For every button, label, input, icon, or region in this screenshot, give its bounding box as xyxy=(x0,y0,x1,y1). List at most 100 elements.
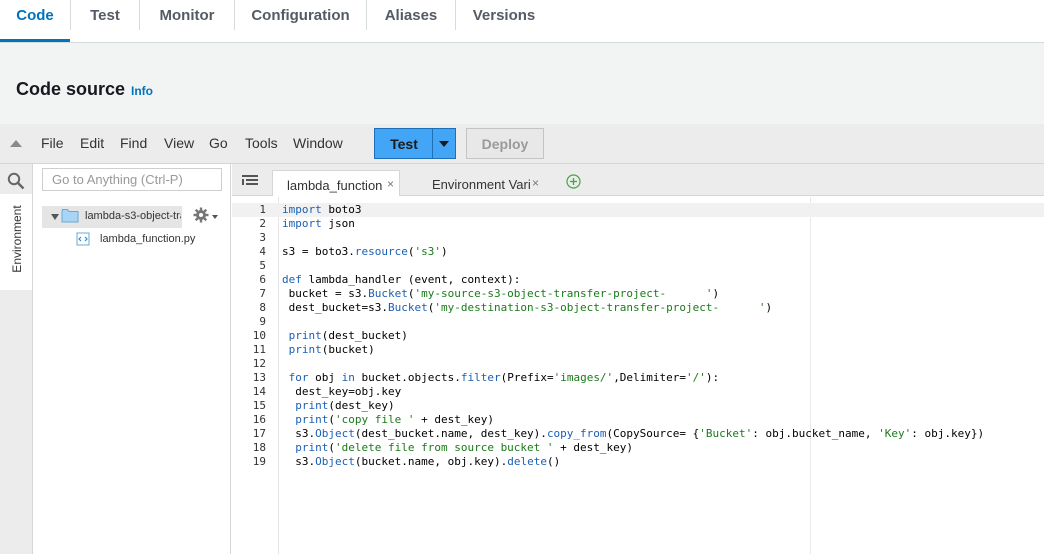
code-text: s3 = boto3.resource('s3') xyxy=(282,245,448,258)
code-text: def lambda_handler (event, context): xyxy=(282,273,521,286)
menu-window[interactable]: Window xyxy=(293,135,343,151)
menu-file[interactable]: File xyxy=(41,135,64,151)
collapse-up-icon[interactable] xyxy=(10,140,22,147)
code-line: 8 dest_bucket=s3.Bucket('my-destination-… xyxy=(232,301,1044,315)
code-text: s3.Object(bucket.name, obj.key).delete() xyxy=(282,455,561,468)
code-line: 13 for obj in bucket.objects.filter(Pref… xyxy=(232,371,1044,385)
code-text: for obj in bucket.objects.filter(Prefix=… xyxy=(288,371,720,384)
tab-code[interactable]: Code xyxy=(0,0,70,42)
code-text: dest_key=obj.key xyxy=(282,385,402,398)
editor-tab-lambda-function[interactable]: lambda_function × xyxy=(272,170,400,196)
go-to-anything-input[interactable] xyxy=(42,168,222,191)
environment-tab[interactable]: Environment xyxy=(0,194,32,290)
line-number: 8 xyxy=(259,301,266,314)
line-number: 3 xyxy=(259,231,266,244)
test-button-label: Test xyxy=(390,136,418,152)
code-line: 9 xyxy=(232,315,1044,329)
search-icon[interactable] xyxy=(7,172,25,190)
file-label[interactable]: lambda_function.py xyxy=(100,233,195,245)
gear-icon[interactable] xyxy=(193,207,209,223)
test-dropdown-caret-icon[interactable] xyxy=(439,141,449,147)
line-number: 15 xyxy=(252,399,266,412)
code-text: dest_bucket=s3.Bucket('my-destination-s3… xyxy=(282,301,773,314)
code-text: s3.Object(dest_bucket.name, dest_key).co… xyxy=(282,427,985,440)
folder-icon xyxy=(61,209,79,223)
line-number: 12 xyxy=(252,357,266,370)
python-file-icon xyxy=(76,232,90,246)
info-link[interactable]: Info xyxy=(131,84,153,98)
folder-label: lambda-s3-object-transfer xyxy=(85,210,181,222)
line-number: 19 xyxy=(252,455,266,468)
top-tabs: Code Test Monitor Configuration Aliases … xyxy=(0,0,1044,43)
code-line: 19 s3.Object(bucket.name, obj.key).delet… xyxy=(232,455,1044,469)
expand-caret-icon[interactable] xyxy=(51,214,59,220)
tab-versions[interactable]: Versions xyxy=(456,0,552,42)
code-editor[interactable]: 1 import boto3 2 import json 3 4 s3 = boto3.re… xyxy=(232,197,1044,554)
code-line: 6 def lambda_handler (event, context): xyxy=(232,273,1044,287)
tree-folder-row[interactable]: lambda-s3-object-transfer xyxy=(42,206,182,228)
menu-view[interactable]: View xyxy=(164,135,194,151)
line-number: 1 xyxy=(259,203,266,216)
code-source-header: Code source Info xyxy=(0,43,1044,124)
code-text: import json xyxy=(282,217,355,230)
code-line: 15 print(dest_key) xyxy=(232,399,1044,413)
editor-tab-label: lambda_function xyxy=(287,178,383,193)
line-number: 14 xyxy=(252,385,266,398)
line-number: 6 xyxy=(259,273,266,286)
code-line: 2 import json xyxy=(232,217,1044,231)
code-text: print(dest_key) xyxy=(295,399,395,412)
line-number: 9 xyxy=(259,315,266,328)
line-number: 4 xyxy=(259,245,266,258)
line-number: 5 xyxy=(259,259,266,272)
test-button-divider xyxy=(432,129,433,158)
line-number: 2 xyxy=(259,217,266,230)
code-line: 3 xyxy=(232,231,1044,245)
code-text: bucket = s3.Bucket('my-source-s3-object-… xyxy=(282,287,720,300)
tab-configuration[interactable]: Configuration xyxy=(235,0,366,42)
page-title: Code source xyxy=(16,79,126,99)
close-icon[interactable]: × xyxy=(532,176,539,190)
code-text: import boto3 xyxy=(282,203,362,216)
test-button[interactable]: Test xyxy=(374,128,456,159)
line-number: 10 xyxy=(252,329,266,342)
line-number: 16 xyxy=(252,413,266,426)
line-number: 7 xyxy=(259,287,266,300)
code-line: 12 xyxy=(232,357,1044,371)
code-text: print('delete file from source bucket ' … xyxy=(295,441,634,454)
add-tab-icon[interactable] xyxy=(566,174,581,189)
code-text: print('copy file ' + dest_key) xyxy=(295,413,494,426)
line-number: 13 xyxy=(252,371,266,384)
menu-go[interactable]: Go xyxy=(209,135,228,151)
code-line: 10 print(dest_bucket) xyxy=(232,329,1044,343)
tab-test[interactable]: Test xyxy=(71,0,139,42)
code-line: 7 bucket = s3.Bucket('my-source-s3-objec… xyxy=(232,287,1044,301)
editor-tab-label: Environment Variables xyxy=(432,177,530,192)
editor-tab-bar: lambda_function × Environment Variables … xyxy=(232,164,1044,196)
menu-edit[interactable]: Edit xyxy=(80,135,104,151)
file-tree-panel: lambda-s3-object-transfer lambda_functio… xyxy=(33,164,231,554)
environment-tab-label: Environment xyxy=(10,205,24,273)
tab-monitor[interactable]: Monitor xyxy=(140,0,234,42)
code-line: 14 dest_key=obj.key xyxy=(232,385,1044,399)
ide-menu-bar: File Edit Find View Go Tools Window Test… xyxy=(0,124,1044,164)
close-icon[interactable]: × xyxy=(387,177,394,191)
line-number: 11 xyxy=(252,343,266,356)
code-line: 17 s3.Object(dest_bucket.name, dest_key)… xyxy=(232,427,1044,441)
tab-aliases[interactable]: Aliases xyxy=(367,0,455,42)
code-line: 1 import boto3 xyxy=(232,203,1044,217)
deploy-button[interactable]: Deploy xyxy=(466,128,544,159)
line-number: 17 xyxy=(252,427,266,440)
line-number: 18 xyxy=(252,441,266,454)
code-line: 5 xyxy=(232,259,1044,273)
code-text: print(dest_bucket) xyxy=(288,329,408,342)
gear-dropdown-caret-icon[interactable] xyxy=(212,215,218,219)
left-side-strip: Environment xyxy=(0,164,33,554)
menu-tools[interactable]: Tools xyxy=(245,135,278,151)
tab-list-icon[interactable] xyxy=(242,175,258,187)
editor-tab-environment-variables[interactable]: Environment Variables × xyxy=(418,170,546,196)
code-line: 16 print('copy file ' + dest_key) xyxy=(232,413,1044,427)
code-line: 4 s3 = boto3.resource('s3') xyxy=(232,245,1044,259)
menu-find[interactable]: Find xyxy=(120,135,147,151)
code-line: 18 print('delete file from source bucket… xyxy=(232,441,1044,455)
code-line: 11 print(bucket) xyxy=(232,343,1044,357)
